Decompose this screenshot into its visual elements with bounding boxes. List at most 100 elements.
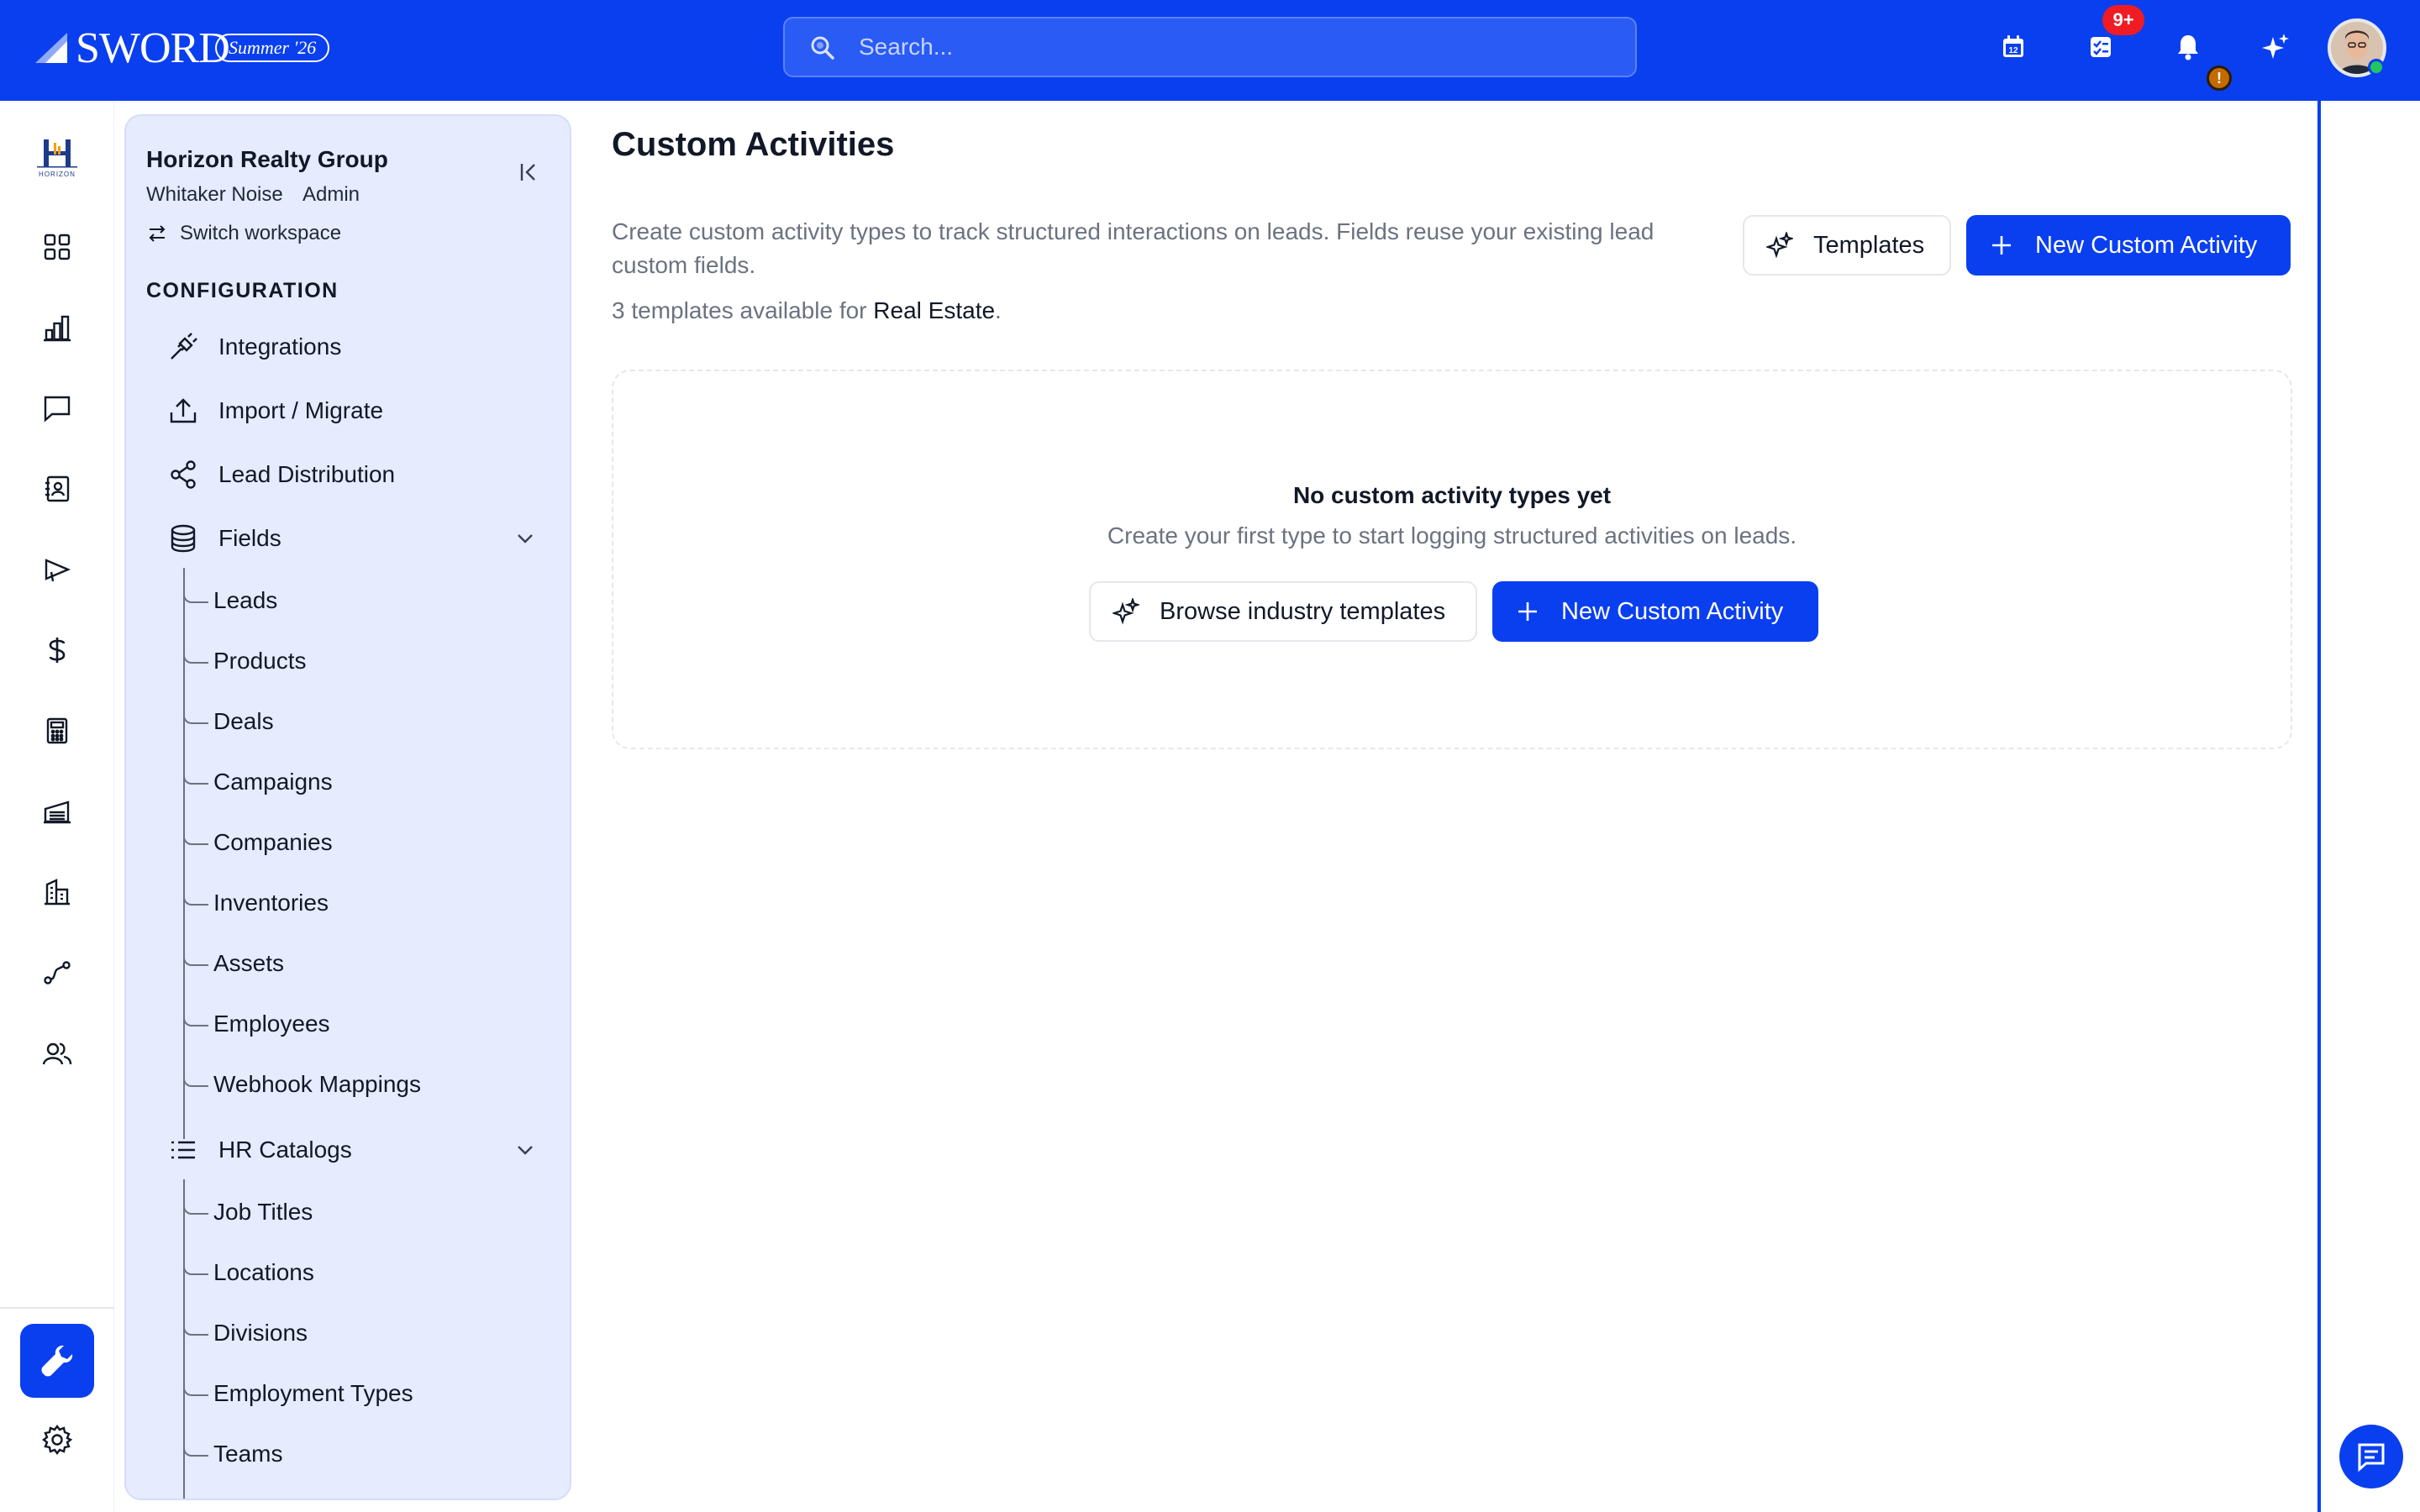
nav-item-import-migrate[interactable]: Import / Migrate [166, 390, 383, 432]
nav-subitem-products[interactable]: Products [183, 642, 307, 680]
fields-expand-toggle[interactable] [511, 524, 539, 553]
rail-configuration[interactable] [20, 1324, 94, 1398]
nav-subitem-locations[interactable]: Locations [183, 1253, 314, 1292]
chevron-down-icon [518, 534, 533, 543]
tasks-button[interactable] [2084, 30, 2118, 64]
nav-subitem-deals[interactable]: Deals [183, 702, 274, 741]
templates-button-label: Templates [1813, 231, 1925, 259]
empty-state-title: No custom activity types yet [1292, 482, 1612, 508]
rail-analytics[interactable] [37, 307, 77, 348]
organization-name: Horizon Realty Group [146, 146, 388, 172]
nav-subitem-campaigns[interactable]: Campaigns [183, 763, 333, 801]
hr-catalogs-expand-toggle[interactable] [511, 1136, 539, 1164]
nav-subitem-job-titles[interactable]: Job Titles [182, 1193, 313, 1231]
nav-subitem-webhook-mappings[interactable]: Webhook Mappings [183, 1065, 421, 1104]
calendar-icon: 12 [2003, 35, 2023, 57]
page-title: Custom Activities [612, 126, 895, 163]
rail-messages[interactable] [37, 388, 77, 428]
search-icon [811, 36, 834, 60]
nav-item-integrations[interactable]: Integrations [166, 326, 341, 368]
empty-state-new-activity-label: New Custom Activity [1561, 597, 1784, 625]
messages-icon [44, 396, 71, 423]
nav-item-lead-distribution[interactable]: Lead Distribution [166, 454, 395, 496]
dollar-icon [49, 638, 66, 663]
rail-routes[interactable] [37, 953, 77, 993]
nav-item-hr-catalogs[interactable]: HR Catalogs [166, 1129, 352, 1171]
templates-count-text: 3 templates available for [612, 297, 867, 323]
nav-subitem-assets[interactable]: Assets [182, 944, 284, 983]
rail-finance[interactable] [37, 630, 77, 670]
rail-warehouse[interactable] [37, 791, 77, 832]
brand-logo[interactable]: SWORD [34, 18, 230, 77]
nav-subitem-employment-types[interactable]: Employment Types [183, 1374, 413, 1413]
browse-templates-label: Browse industry templates [1160, 597, 1446, 625]
new-custom-activity-label: New Custom Activity [2035, 231, 2258, 259]
sparkle-icon [1111, 596, 1141, 627]
upload-icon [166, 394, 200, 428]
plug-icon [166, 330, 200, 364]
sword-logo-icon [35, 33, 67, 63]
empty-state-new-custom-activity-button[interactable]: New Custom Activity [1492, 581, 1818, 642]
rail-properties[interactable] [37, 872, 77, 912]
nav-item-fields[interactable]: Fields [166, 517, 281, 559]
switch-workspace-link[interactable]: Switch workspace [146, 222, 341, 245]
nav-subitem-employees[interactable]: Employees [183, 1005, 330, 1043]
rail-dashboard[interactable] [37, 227, 77, 267]
buildings-icon [45, 879, 70, 906]
switch-workspace-label: Switch workspace [180, 222, 342, 244]
rail-campaigns[interactable] [37, 549, 77, 590]
calendar-button[interactable]: 12 [1996, 30, 2030, 64]
nav-item-label: Fields [218, 525, 281, 551]
chevron-down-icon [518, 1146, 533, 1155]
empty-state-panel: No custom activity types yet Create your… [612, 370, 2292, 749]
collapse-sidebar-button[interactable] [514, 158, 543, 186]
rail-divider [0, 1307, 114, 1309]
search-bar[interactable] [783, 17, 1637, 77]
nav-subitem-inventories[interactable]: Inventories [183, 884, 329, 922]
wrench-icon [41, 1345, 73, 1377]
notifications-button[interactable] [2171, 30, 2205, 64]
calculator-icon [46, 717, 68, 744]
top-bar: SWORD Summer '26 12 9+ [0, 0, 2420, 101]
section-title-configuration: CONFIGURATION [146, 279, 339, 302]
ai-assistant-button[interactable] [2259, 30, 2292, 64]
nav-item-label: Import / Migrate [218, 397, 384, 423]
templates-note-suffix: . [995, 297, 1002, 323]
horizon-logo-icon[interactable]: HORIZON [30, 134, 84, 185]
settings-icon [42, 1425, 73, 1455]
analytics-icon [44, 315, 71, 342]
configuration-sidebar: Horizon Realty Group Whitaker Noise Admi… [124, 114, 571, 1500]
nav-subitem-divisions[interactable]: Divisions [182, 1314, 308, 1352]
search-input[interactable] [859, 18, 1598, 76]
plus-icon [1986, 230, 2017, 260]
current-user-role: Admin [302, 183, 360, 206]
release-tag: Summer '26 [215, 34, 330, 62]
rail-calculator[interactable] [37, 711, 77, 751]
empty-state-subtitle: Create your first type to start logging … [1107, 522, 1797, 549]
brand-name: SWORD [76, 24, 230, 72]
nav-subitem-leads[interactable]: Leads [182, 581, 277, 620]
nav-subitem-companies[interactable]: Companies [183, 823, 333, 862]
browse-industry-templates-button[interactable]: Browse industry templates [1089, 581, 1477, 642]
new-custom-activity-button[interactable]: New Custom Activity [1966, 215, 2291, 276]
current-user-name: Whitaker Noise [146, 183, 283, 206]
sparkle-icon [1765, 230, 1795, 260]
svg-text:12: 12 [2008, 46, 2018, 55]
list-icon [166, 1133, 200, 1167]
warehouse-icon [44, 801, 71, 824]
bell-icon [2178, 35, 2198, 60]
nav-item-label: HR Catalogs [218, 1137, 352, 1163]
rail-contacts[interactable] [37, 469, 77, 509]
industry-name: Real Estate [873, 297, 996, 323]
alert-badge: ! [2207, 66, 2232, 91]
nav-subitem-teams[interactable]: Teams [182, 1435, 282, 1473]
dashboard-icon [44, 234, 71, 260]
sparkle-icon [2262, 34, 2289, 59]
rail-settings[interactable] [37, 1420, 77, 1460]
templates-button[interactable]: Templates [1743, 215, 1951, 276]
nav-item-label: Integrations [218, 333, 342, 360]
rail-team[interactable] [37, 1033, 77, 1074]
online-status-dot [2368, 59, 2385, 76]
contacts-icon [45, 475, 70, 502]
chat-support-button[interactable] [2339, 1425, 2403, 1488]
